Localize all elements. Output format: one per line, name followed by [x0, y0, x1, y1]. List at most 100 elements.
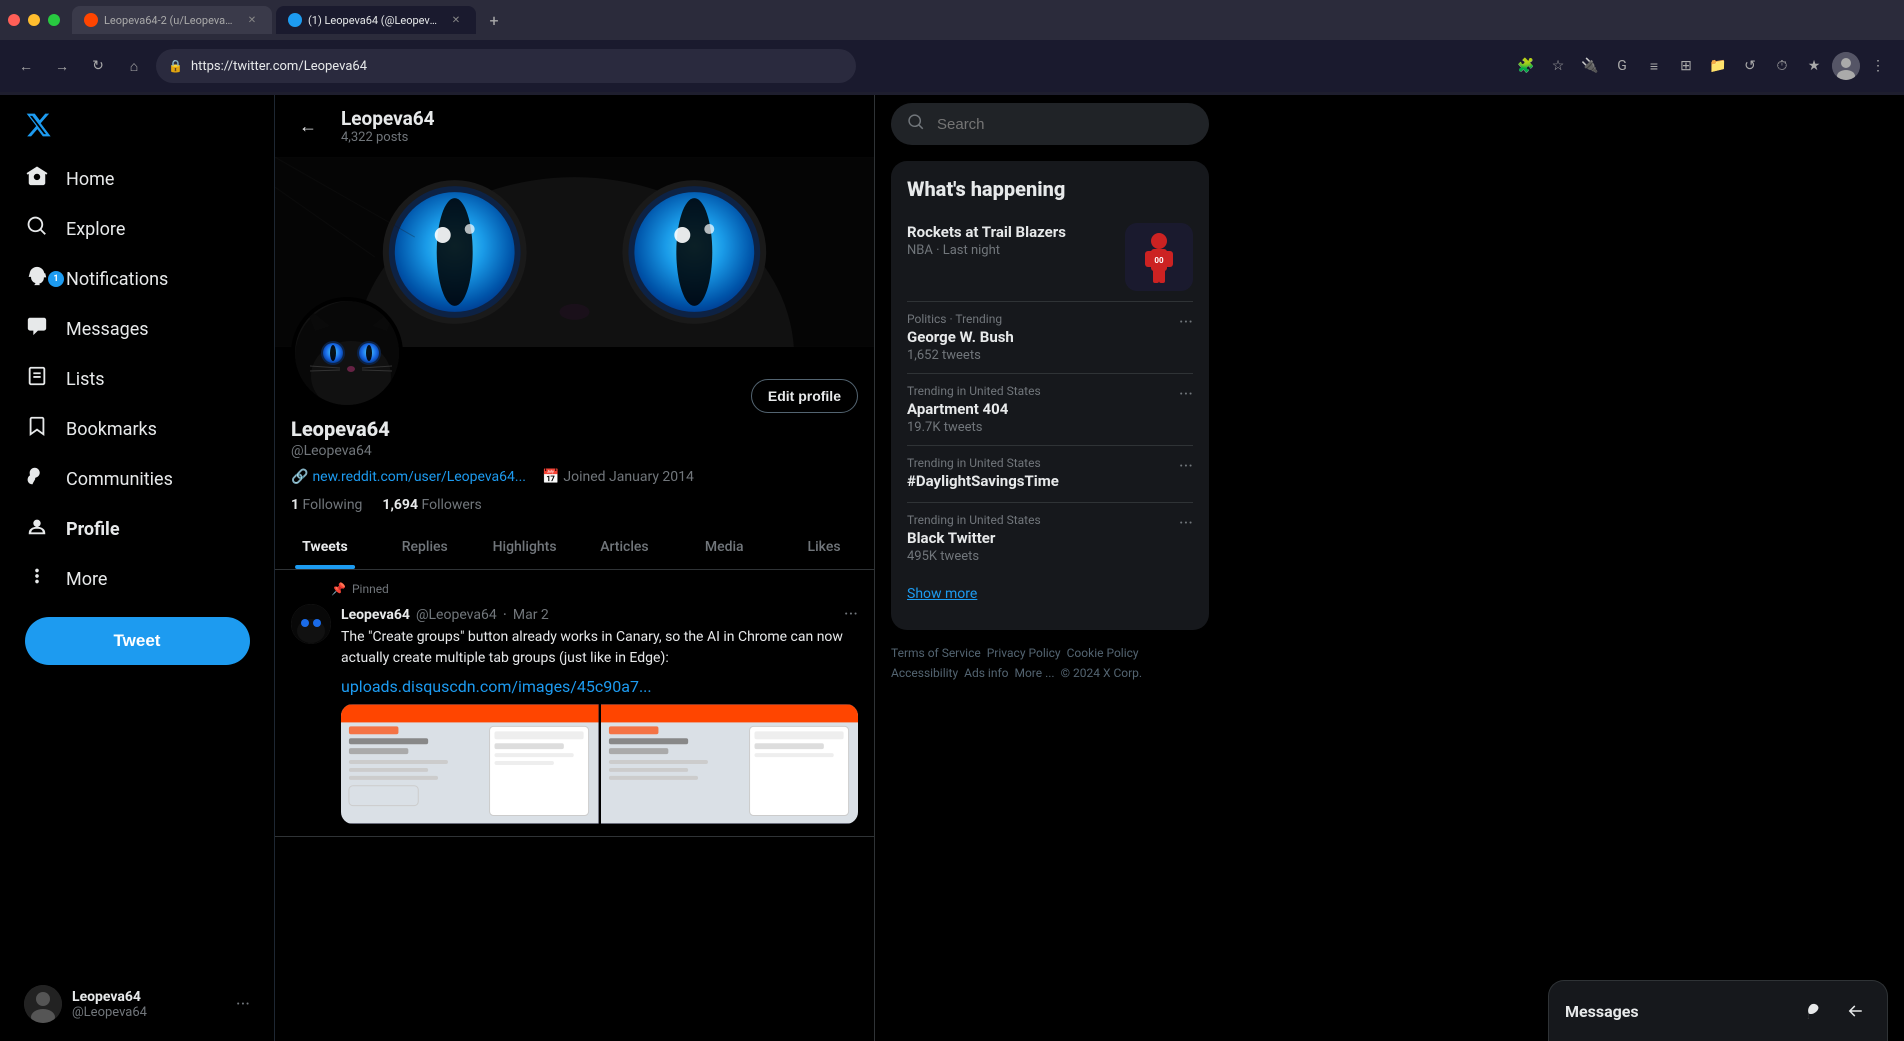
extensions-button[interactable]: 🧩 [1512, 52, 1540, 80]
more-icon [24, 565, 50, 593]
sidebar-item-messages[interactable]: Messages [12, 305, 262, 353]
bookmark-star-button[interactable]: ☆ [1544, 52, 1572, 80]
tab-tweets[interactable]: Tweets [275, 525, 375, 569]
menu-button[interactable]: ⋮ [1864, 52, 1892, 80]
messages-compose-button[interactable] [1799, 995, 1831, 1027]
trending-item-rockets[interactable]: Rockets at Trail Blazers NBA · Last nigh… [907, 213, 1193, 302]
communities-label: Communities [66, 469, 173, 490]
show-more-link[interactable]: Show more [907, 574, 1193, 614]
search-bar[interactable] [891, 103, 1209, 145]
toolbar-icons: 🧩 ☆ 🔌 G ≡ ⊞ 📁 ↺ ⏱ ★ ⋮ [1512, 52, 1892, 80]
tab-highlights[interactable]: Highlights [475, 525, 575, 569]
profile-stats: 1 Following 1,694 Followers [291, 497, 858, 513]
reader-button[interactable]: ≡ [1640, 52, 1668, 80]
sidebar-item-more[interactable]: More [12, 555, 262, 603]
messages-bar-title: Messages [1565, 1002, 1799, 1021]
trending-item-daylight[interactable]: Trending in United States #DaylightSavin… [907, 446, 1193, 503]
explore-label: Explore [66, 219, 125, 240]
trending-item-apartment404[interactable]: Trending in United States Apartment 404 … [907, 374, 1193, 446]
new-tab-button[interactable]: + [480, 6, 508, 34]
sidebar-item-explore[interactable]: Explore [12, 205, 262, 253]
profile-website: 🔗 new.reddit.com/user/Leopeva64... [291, 469, 526, 485]
browser-tab-1[interactable]: Leopeva64-2 (u/Leopeva64-2) ✕ [72, 6, 272, 34]
tweet-author-name: Leopeva64 [341, 607, 410, 623]
folder-button[interactable]: 📁 [1704, 52, 1732, 80]
bush-more-button[interactable]: ··· [1179, 312, 1193, 333]
messages-icon [24, 315, 50, 343]
sync-button[interactable]: ↺ [1736, 52, 1764, 80]
sidebar-item-lists[interactable]: Lists [12, 355, 262, 403]
sidebar-item-profile[interactable]: Profile [12, 505, 262, 553]
sidebar-item-home[interactable]: Home [12, 155, 262, 203]
apartment-left: Trending in United States Apartment 404 … [907, 384, 1179, 435]
profile-display-name: Leopeva64 [291, 417, 858, 441]
browser-toolbar: ← → ↻ ⌂ 🔒 https://twitter.com/Leopeva64 … [0, 40, 1904, 92]
sidebar-user-info[interactable]: Leopeva64 @Leopeva64 ··· [12, 975, 262, 1033]
trending-item-bush[interactable]: Politics · Trending George W. Bush 1,652… [907, 302, 1193, 374]
tab-likes[interactable]: Likes [774, 525, 874, 569]
reload-button[interactable]: ↻ [84, 52, 112, 80]
tab-media[interactable]: Media [674, 525, 774, 569]
browser-chrome: Leopeva64-2 (u/Leopeva64-2) ✕ (1) Leopev… [0, 0, 1904, 95]
tweet-link[interactable]: uploads.disquscdn.com/images/45c90a7... [341, 677, 652, 696]
sidebar-user-details: Leopeva64 @Leopeva64 [72, 989, 147, 1020]
address-bar[interactable]: 🔒 https://twitter.com/Leopeva64 [156, 49, 856, 83]
messages-bar[interactable]: Messages [1548, 980, 1888, 1041]
apartment-more-button[interactable]: ··· [1179, 384, 1193, 405]
following-stat[interactable]: 1 Following [291, 497, 362, 513]
followers-stat[interactable]: 1,694 Followers [382, 497, 481, 513]
footer-terms[interactable]: Terms of Service [891, 646, 981, 660]
profile-meta: 🔗 new.reddit.com/user/Leopeva64... 📅 Joi… [291, 469, 858, 485]
window-close-btn[interactable] [8, 14, 20, 26]
history-button[interactable]: ⏱ [1768, 52, 1796, 80]
tab2-close[interactable]: ✕ [448, 12, 464, 28]
daylight-more-button[interactable]: ··· [1179, 456, 1193, 477]
profile-label: Profile [66, 519, 120, 540]
footer-accessibility[interactable]: Accessibility [891, 666, 958, 680]
sidebar-item-bookmarks[interactable]: Bookmarks [12, 405, 262, 453]
tweet-button[interactable]: Tweet [25, 617, 250, 665]
window-maximize-btn[interactable] [48, 14, 60, 26]
tab-replies[interactable]: Replies [375, 525, 475, 569]
home-button[interactable]: ⌂ [120, 52, 148, 80]
edit-profile-button[interactable]: Edit profile [751, 379, 858, 413]
following-label-text: Following [303, 497, 363, 513]
window-minimize-btn[interactable] [28, 14, 40, 26]
tab-articles[interactable]: Articles [574, 525, 674, 569]
grid-button[interactable]: ⊞ [1672, 52, 1700, 80]
sidebar-item-communities[interactable]: Communities [12, 455, 262, 503]
footer-ads-info[interactable]: Ads info [964, 666, 1008, 680]
rockets-text: Rockets at Trail Blazers NBA · Last nigh… [907, 223, 1113, 258]
tweet-images [341, 704, 858, 824]
daylight-topic: #DaylightSavingsTime [907, 472, 1179, 490]
browser-profile-avatar[interactable] [1832, 52, 1860, 80]
grammarly-button[interactable]: G [1608, 52, 1636, 80]
apartment-count: 19.7K tweets [907, 420, 1179, 435]
profile-website-link[interactable]: new.reddit.com/user/Leopeva64... [312, 469, 526, 485]
profile-avatar-wrapper [291, 297, 403, 409]
back-button[interactable]: ← [291, 109, 325, 143]
back-nav-button[interactable]: ← [12, 52, 40, 80]
sidebar-item-notifications[interactable]: 1 Notifications [12, 255, 262, 303]
profile-tabs: Tweets Replies Highlights Articles Media… [275, 525, 874, 570]
search-input[interactable] [937, 116, 1193, 133]
twitter-logo[interactable] [12, 103, 262, 151]
profile-header: ← Leopeva64 4,322 posts [275, 95, 874, 157]
blacktwitter-more-button[interactable]: ··· [1179, 513, 1193, 534]
messages-collapse-button[interactable] [1839, 995, 1871, 1027]
forward-nav-button[interactable]: → [48, 52, 76, 80]
calendar-icon: 📅 [542, 469, 559, 485]
explore-icon [24, 215, 50, 243]
starred-button[interactable]: ★ [1800, 52, 1828, 80]
apartment-category: Trending in United States [907, 384, 1179, 398]
profile-header-name: Leopeva64 [341, 107, 435, 130]
tab1-close[interactable]: ✕ [244, 12, 260, 28]
browser-tab-2[interactable]: (1) Leopeva64 (@Leopeva64) /... ✕ [276, 6, 476, 34]
trending-item-blacktwitter[interactable]: Trending in United States Black Twitter … [907, 503, 1193, 574]
tweet-more-button[interactable]: ··· [844, 604, 858, 625]
footer-more[interactable]: More ... [1014, 666, 1054, 680]
footer-privacy[interactable]: Privacy Policy [987, 646, 1061, 660]
extensions2-button[interactable]: 🔌 [1576, 52, 1604, 80]
apartment-topic: Apartment 404 [907, 400, 1179, 418]
footer-cookie[interactable]: Cookie Policy [1067, 646, 1139, 660]
